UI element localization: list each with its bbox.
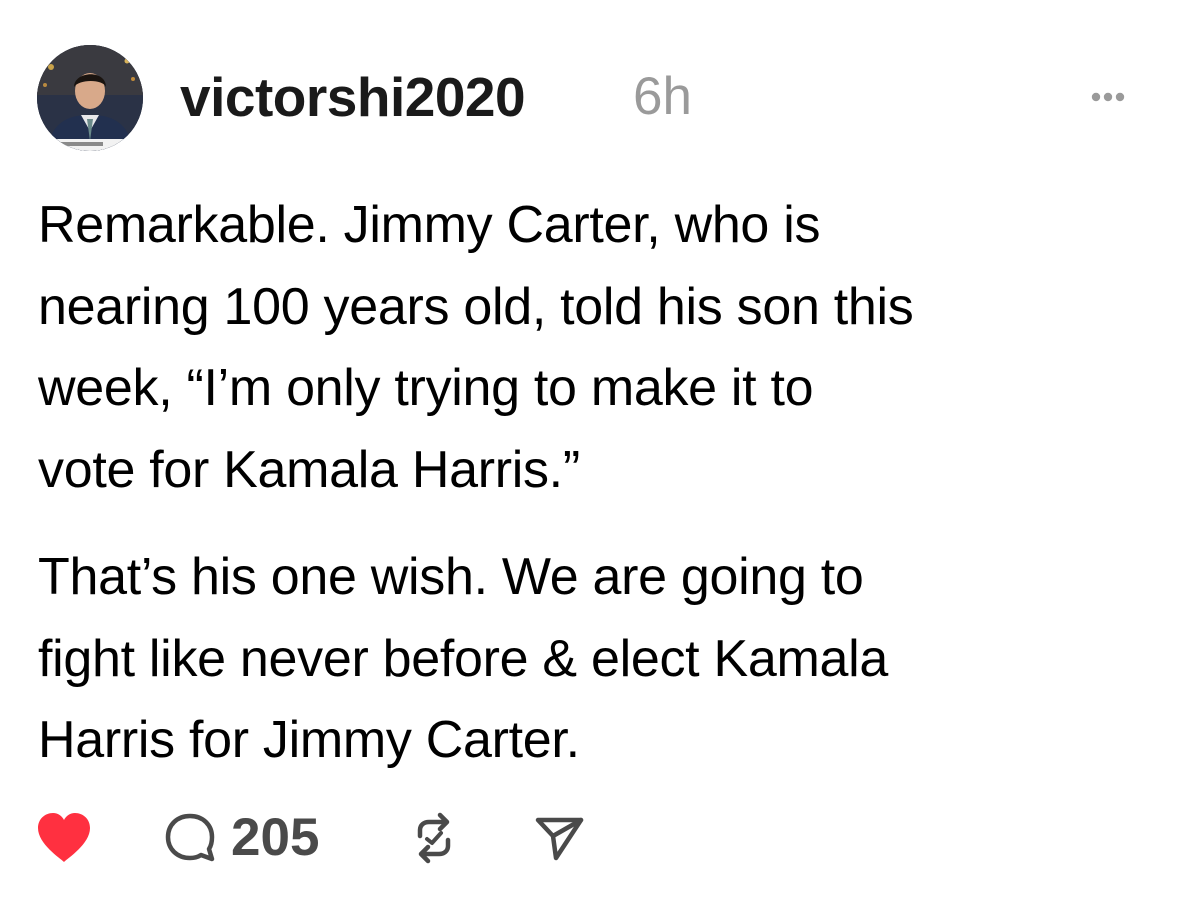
post-actions-bar: 205 xyxy=(0,800,1179,880)
post-text-line: Remarkable. Jimmy Carter, who is xyxy=(38,196,821,254)
author-avatar[interactable] xyxy=(37,45,143,151)
heart-icon xyxy=(38,813,90,862)
repost-button[interactable] xyxy=(406,812,462,864)
comment-icon xyxy=(165,813,215,862)
post-text-line: That’s his one wish. We are going to xyxy=(38,548,864,606)
thread-post: victorshi2020 6h Remarkable. Jimmy Carte… xyxy=(0,0,1179,899)
ellipsis-icon xyxy=(1091,92,1125,102)
send-icon xyxy=(535,817,584,861)
like-button[interactable] xyxy=(36,812,92,864)
post-paragraph-2: That’s his one wish. We are going to fig… xyxy=(38,537,1158,782)
repost-icon xyxy=(417,812,451,864)
post-text-line: fight like never before & elect Kamala xyxy=(38,629,888,688)
post-text-line: Harris for Jimmy Carter. xyxy=(38,711,580,769)
post-text-line: week, “I’m only trying to make it to xyxy=(38,359,814,417)
post-timestamp: 6h xyxy=(633,67,692,126)
avatar-photo xyxy=(37,45,143,151)
share-button[interactable] xyxy=(534,812,586,864)
more-options-button[interactable] xyxy=(1082,86,1132,108)
reply-count: 205 xyxy=(231,808,320,867)
post-text-line: nearing 100 years old, told his son this xyxy=(38,277,914,336)
post-paragraph-1: Remarkable. Jimmy Carter, who is nearing… xyxy=(38,185,1158,511)
author-username[interactable]: victorshi2020 xyxy=(180,64,526,130)
reply-button[interactable] xyxy=(163,812,219,864)
post-text-line: vote for Kamala Harris.” xyxy=(38,440,580,499)
